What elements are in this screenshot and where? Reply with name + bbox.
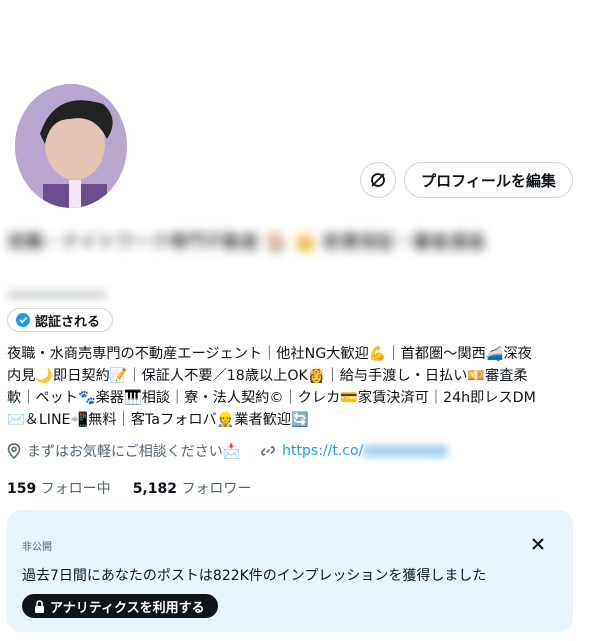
verify-label: 認証される (35, 314, 101, 330)
followers-label: フォロワー (181, 481, 252, 497)
followers-count: 5,182 (132, 481, 177, 497)
website-url-blurred (363, 445, 449, 457)
verified-badge-icon (16, 313, 30, 327)
website-link[interactable]: https://t.co/ (282, 443, 449, 459)
analytics-button-label: アナリティクスを利用する (50, 600, 205, 616)
refresh-off-icon (371, 173, 385, 187)
more-options-button[interactable] (360, 162, 396, 198)
close-icon[interactable] (530, 536, 546, 552)
display-name: 夜職・ナイトワーク専門不動産 🏠 👑 家賃保証・審査通過 (7, 232, 485, 253)
bio-line: 内見🌙即日契約📝｜保証人不要／18歳以上OK👸｜給与手渡し・日払い💴審査柔 (7, 368, 528, 384)
impressions-message: 過去7日間にあなたのポストは822K件のインプレッションを獲得しました (22, 568, 487, 584)
handle (7, 290, 107, 300)
profile-meta: まずはお気軽にご相談ください📩 https://t.co/ (7, 441, 449, 461)
location-icon (7, 443, 21, 459)
avatar[interactable] (11, 80, 131, 212)
link-icon (261, 446, 276, 456)
private-label: 非公開 (22, 542, 52, 553)
edit-profile-button[interactable]: プロフィールを編集 (404, 162, 573, 198)
lock-icon (35, 599, 44, 613)
following-link[interactable]: 159 フォロー中 (7, 478, 111, 498)
followers-link[interactable]: 5,182 フォロワー (133, 478, 252, 498)
following-label: フォロー中 (40, 481, 111, 497)
bio: 夜職・水商売専門の不動産エージェント｜他社NG大歓迎💪｜首都圏〜関西🚄深夜 内見… (7, 343, 582, 431)
bio-line: 軟｜ペット🐾楽器🎹相談｜寮・法人契約©｜クレカ💳家賃決済可｜24h即レスDM (7, 390, 536, 406)
follow-stats: 159 フォロー中 5,182 フォロワー (7, 478, 251, 498)
bio-line: 夜職・水商売専門の不動産エージェント｜他社NG大歓迎💪｜首都圏〜関西🚄深夜 (7, 346, 532, 362)
bio-line: ✉️＆LINE📲無料｜客Taフォロバ👷業者歓迎🔄 (7, 412, 309, 428)
verify-button[interactable]: 認証される (7, 308, 114, 332)
analytics-button[interactable]: アナリティクスを利用する (22, 594, 218, 618)
following-count: 159 (7, 481, 37, 497)
analytics-card: 非公開 過去7日間にあなたのポストは822K件のインプレッションを獲得しました … (7, 510, 573, 632)
website-url: https://t.co/ (282, 443, 364, 459)
location-text: まずはお気軽にご相談ください📩 (27, 444, 241, 460)
